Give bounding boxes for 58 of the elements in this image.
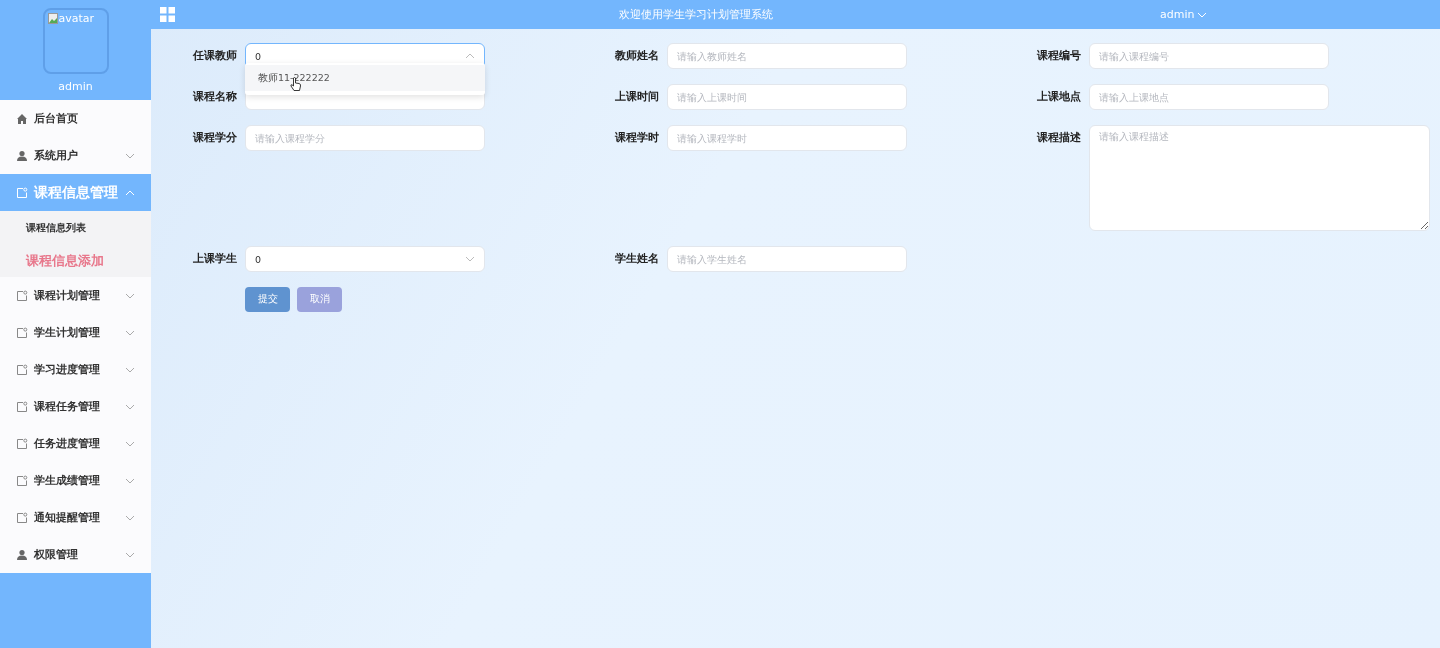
chevron-icon [125,514,135,521]
document-icon [16,511,28,524]
input-field[interactable]: 请输入课程编号 [1089,43,1329,69]
menu-item[interactable]: 学生成绩管理 [0,462,151,499]
chevron-icon [125,189,135,196]
chevron-icon [125,477,135,484]
select-field[interactable]: 0 [245,246,485,272]
field-label: 课程学时 [614,130,659,146]
field-label: 上课学生 [192,251,237,267]
page-title: 欢迎使用学生学习计划管理系统 [617,7,774,22]
document-icon [16,400,28,413]
input-field[interactable]: 请输入学生姓名 [667,246,907,272]
chevron-icon [1197,11,1208,18]
field-label: 任课教师 [192,48,237,64]
field-label: 学生姓名 [614,251,659,267]
document-icon [16,363,28,376]
menu-item[interactable]: 权限管理 [0,536,151,573]
field-label: 课程学分 [192,130,237,146]
field-label: 课程编号 [1036,48,1081,64]
user-icon [16,548,28,561]
menu-item[interactable]: 课程计划管理 [0,277,151,314]
chevron-icon [465,256,475,262]
avatar-image: avatar [42,8,109,74]
input-field[interactable]: 请输入课程学分 [245,125,485,151]
grid-menu-icon[interactable] [160,7,175,22]
chevron-icon [125,551,135,558]
menu-item[interactable]: 后台首页 [0,100,151,137]
chevron-icon [125,366,135,373]
menu-item[interactable]: 系统用户 [0,137,151,174]
chevron-icon [125,152,135,159]
chevron-icon [125,440,135,447]
document-icon [16,186,28,199]
chevron-icon [465,53,475,59]
field-label: 课程名称 [192,89,237,105]
submenu-item[interactable]: 课程信息列表 [0,211,151,244]
user-icon [16,149,28,162]
chevron-icon [125,329,135,336]
document-icon [16,437,28,450]
document-icon [16,474,28,487]
username: admin [58,80,93,93]
chevron-icon [125,403,135,410]
field-label: 课程描述 [1036,130,1081,146]
menu-item[interactable]: 课程任务管理 [0,388,151,425]
menu-item[interactable]: 学生计划管理 [0,314,151,351]
field-label: 上课时间 [614,89,659,105]
field-label: 上课地点 [1036,89,1081,105]
field-label: 教师姓名 [614,48,659,64]
input-field[interactable]: 请输入课程学时 [667,125,907,151]
textarea-field[interactable]: 请输入课程描述 [1089,125,1430,231]
chevron-icon [125,292,135,299]
menu-item[interactable]: 学习进度管理 [0,351,151,388]
menu-item[interactable]: 任务进度管理 [0,425,151,462]
dropdown-option[interactable]: 教师11-222222 [245,65,485,91]
menu-item[interactable]: 通知提醒管理 [0,499,151,536]
home-icon [16,112,28,125]
document-icon [16,326,28,339]
document-icon [16,289,28,302]
input-field[interactable]: 请输入教师姓名 [667,43,907,69]
